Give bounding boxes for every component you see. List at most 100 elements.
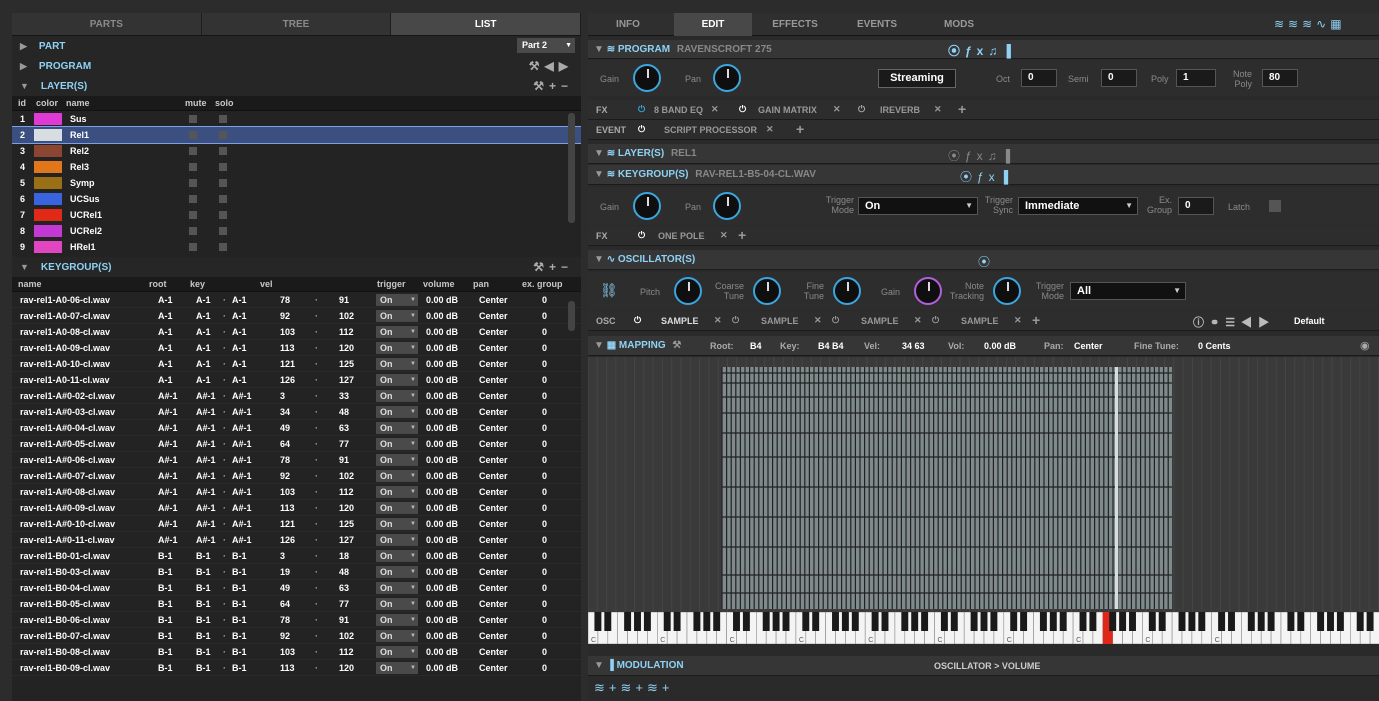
kg-vel-low[interactable]: 113 — [280, 660, 295, 676]
keygroups-section[interactable]: ▼ KEYGROUP(S) ⚒+− — [12, 257, 581, 277]
layer-row[interactable]: 8 UCRel2 — [12, 223, 581, 239]
kg-root[interactable]: B-1 — [158, 660, 173, 676]
kg-vel-high[interactable]: 63 — [339, 420, 349, 436]
link-icon[interactable]: ⛓ — [600, 282, 618, 299]
keygroup-row[interactable]: rav-rel1-A#0-04-cl.wav A#-1 A#-1 · A#-1 49 · 63… — [12, 420, 581, 436]
kg-key-low[interactable]: A#-1 — [196, 436, 216, 452]
fine-tune-value[interactable]: 0 Cents — [1198, 341, 1231, 351]
view-icons[interactable]: ≋≋≋∿▦ — [1274, 17, 1346, 31]
key-value[interactable]: B4 B4 — [818, 341, 844, 351]
kg-vel-high[interactable]: 120 — [339, 660, 354, 676]
kg-trigger-select[interactable]: On — [376, 646, 418, 658]
kg-trigger-select[interactable]: On — [376, 502, 418, 514]
osc-sample-2[interactable]: SAMPLE — [761, 316, 799, 326]
kg-pan[interactable]: Center — [479, 308, 508, 324]
kg-key-high[interactable]: A-1 — [232, 356, 247, 372]
keygroup-row[interactable]: rav-rel1-A#0-03-cl.wav A#-1 A#-1 · A#-1 34 · 48… — [12, 404, 581, 420]
osc-sample-1[interactable]: SAMPLE — [661, 316, 699, 326]
kg-key-high[interactable]: B-1 — [232, 548, 247, 564]
kg-volume[interactable]: 0.00 dB — [426, 388, 458, 404]
add-icon[interactable]: + — [1032, 312, 1040, 328]
kg-vel-high[interactable]: 48 — [339, 404, 349, 420]
close-icon[interactable]: ✕ — [934, 104, 942, 115]
close-icon[interactable]: ✕ — [1014, 315, 1022, 326]
kg-vel-high[interactable]: 77 — [339, 436, 349, 452]
kg-key-low[interactable]: A-1 — [196, 372, 211, 388]
kg-root[interactable]: A#-1 — [158, 388, 178, 404]
kg-root[interactable]: A#-1 — [158, 532, 178, 548]
kg-vel-high[interactable]: 33 — [339, 388, 349, 404]
kg-vel-low[interactable]: 3 — [280, 548, 285, 564]
layer-row[interactable]: 9 HRel1 — [12, 239, 581, 255]
kg-trigger-select[interactable]: On — [376, 438, 418, 450]
kg-pan[interactable]: Center — [479, 292, 508, 308]
kg-ex-group[interactable]: 0 — [542, 356, 547, 372]
kg-pan[interactable]: Center — [479, 532, 508, 548]
solo-checkbox[interactable] — [219, 179, 227, 187]
kg-vel-high[interactable]: 91 — [339, 612, 349, 628]
kg-vel-high[interactable]: 125 — [339, 516, 354, 532]
kg-key-high[interactable]: A#-1 — [232, 516, 252, 532]
kg-root[interactable]: A-1 — [158, 372, 173, 388]
kg-ex-group[interactable]: 0 — [542, 452, 547, 468]
preset-name[interactable]: Default — [1294, 316, 1325, 326]
kg-vel-high[interactable]: 77 — [339, 596, 349, 612]
mute-checkbox[interactable] — [189, 179, 197, 187]
mute-checkbox[interactable] — [189, 163, 197, 171]
tab-events[interactable]: EVENTS — [838, 13, 916, 36]
close-icon[interactable]: ✕ — [714, 315, 722, 326]
kg-root[interactable]: A-1 — [158, 340, 173, 356]
kg-volume[interactable]: 0.00 dB — [426, 500, 458, 516]
collapse-icon[interactable]: ▼ — [594, 169, 604, 180]
poly-field[interactable]: 1 — [1176, 69, 1216, 87]
kg-pan[interactable]: Center — [479, 580, 508, 596]
kg-pan[interactable]: Center — [479, 548, 508, 564]
kg-trigger-select[interactable]: On — [376, 518, 418, 530]
trigger-sync-select[interactable]: Immediate — [1018, 197, 1138, 215]
kg-vel-high[interactable]: 125 — [339, 356, 354, 372]
note-poly-field[interactable]: 80 — [1262, 69, 1298, 87]
kg-trigger-select[interactable]: On — [376, 390, 418, 402]
kg-vel-low[interactable]: 49 — [280, 420, 290, 436]
expand-icon[interactable]: ▶ — [20, 61, 27, 71]
kg-pan[interactable]: Center — [479, 564, 508, 580]
wrench-icon[interactable]: ⚒ — [672, 340, 681, 351]
mute-checkbox[interactable] — [189, 195, 197, 203]
kg-key-high[interactable]: A#-1 — [232, 500, 252, 516]
kg-trigger-select[interactable]: On — [376, 374, 418, 386]
kg-vel-high[interactable]: 112 — [339, 484, 354, 500]
kg-root[interactable]: A-1 — [158, 308, 173, 324]
kg-key-low[interactable]: B-1 — [196, 628, 211, 644]
tab-effects[interactable]: EFFECTS — [756, 13, 834, 36]
kg-root[interactable]: A#-1 — [158, 468, 178, 484]
kg-trigger-select[interactable]: On — [376, 406, 418, 418]
mapping-editor[interactable] — [588, 357, 1379, 612]
collapse-icon[interactable]: ▼ — [594, 340, 604, 351]
tab-tree[interactable]: TREE — [202, 13, 392, 35]
power-icon[interactable]: ⏻ — [858, 104, 865, 115]
kg-volume[interactable]: 0.00 dB — [426, 452, 458, 468]
kg-ex-group[interactable]: 0 — [542, 612, 547, 628]
close-icon[interactable]: ✕ — [766, 124, 774, 135]
kg-volume[interactable]: 0.00 dB — [426, 612, 458, 628]
solo-checkbox[interactable] — [219, 147, 227, 155]
solo-checkbox[interactable] — [219, 227, 227, 235]
mute-checkbox[interactable] — [189, 211, 197, 219]
collapse-icon[interactable]: ▼ — [594, 254, 604, 265]
keygroup-row[interactable]: rav-rel1-A0-09-cl.wav A-1 A-1 · A-1 113 · 120 On… — [12, 340, 581, 356]
layer-color-swatch[interactable] — [34, 225, 62, 237]
kg-volume[interactable]: 0.00 dB — [426, 420, 458, 436]
kg-vel-low[interactable]: 92 — [280, 628, 290, 644]
part-selector[interactable]: Part 2 ▼ — [517, 38, 575, 53]
kg-pan[interactable]: Center — [479, 372, 508, 388]
mute-checkbox[interactable] — [189, 147, 197, 155]
kg-key-low[interactable]: B-1 — [196, 660, 211, 676]
kg-key-high[interactable]: B-1 — [232, 580, 247, 596]
keygroup-row[interactable]: rav-rel1-A#0-10-cl.wav A#-1 A#-1 · A#-1 121 · 1… — [12, 516, 581, 532]
kg-vel-low[interactable]: 121 — [280, 356, 295, 372]
kg-pan[interactable]: Center — [479, 500, 508, 516]
kg-key-high[interactable]: B-1 — [232, 564, 247, 580]
kg-key-low[interactable]: A-1 — [196, 324, 211, 340]
kg-vel-high[interactable]: 102 — [339, 468, 354, 484]
power-icon[interactable]: ⏻ — [638, 230, 645, 241]
